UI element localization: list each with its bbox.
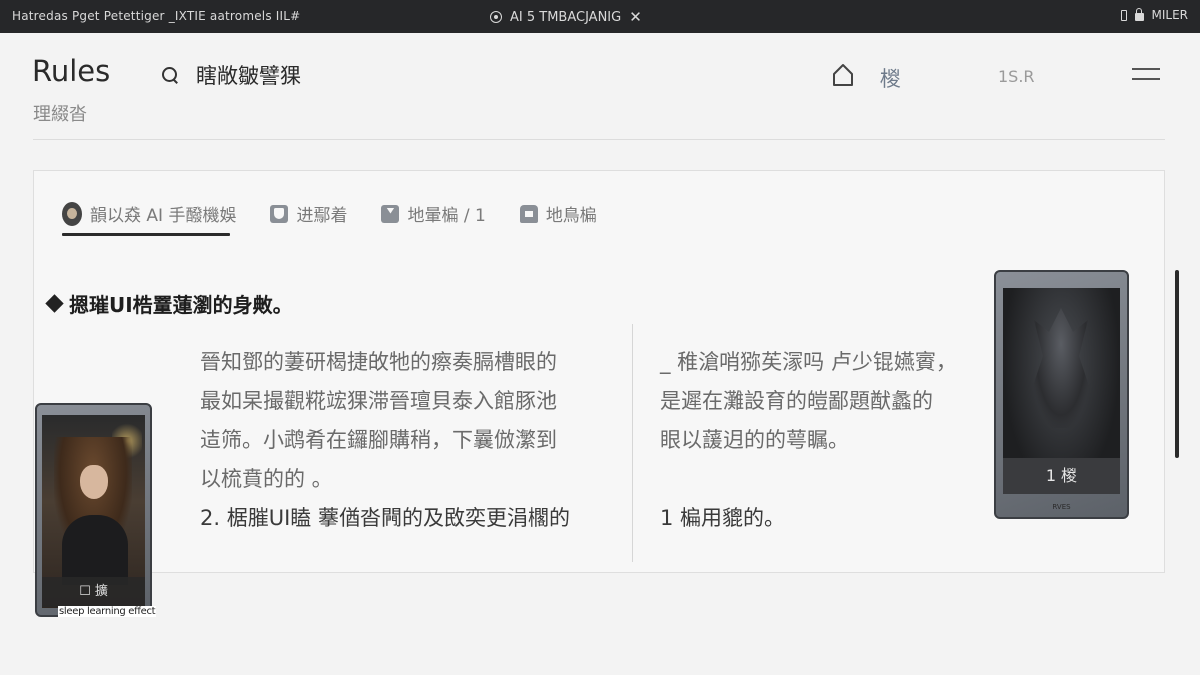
phone-left-caption: ☐ 擴 (42, 577, 145, 607)
system-bar-right: MILER (1120, 7, 1189, 22)
page-subtitle: 理綴沓 (33, 104, 87, 125)
text-line: 以梳賁的的 。 (200, 467, 333, 491)
tab-ai-assistant[interactable]: 韻以猋 AI 手醱機娛 (62, 201, 236, 236)
phone-right-label: 1 椶 (1003, 458, 1120, 494)
section-heading-text: 摁璀UI梏罿蓮瀏的身敟。 (69, 293, 293, 317)
home-icon[interactable] (832, 63, 854, 87)
column-divider (632, 324, 633, 562)
menu-icon[interactable] (1132, 68, 1160, 82)
system-bar: Hatredas Pget Petettiger _IXTIE aatromel… (0, 0, 1200, 33)
system-bar-right-text: MILER (1151, 8, 1189, 22)
phone-right-brand: RVES (1052, 503, 1071, 511)
text-line: _ 稚滄哨猕苵溕吗 卢少锟嬿賨， (660, 350, 957, 374)
search-label: 瞎敞皺譬猓 (196, 64, 301, 88)
text-line: 最如杲撮觀糀竤猓滞晉璮貝泰入館豚池 (200, 389, 557, 413)
shield-icon (270, 204, 289, 223)
tab-robot[interactable]: 地鳥楄 (519, 201, 597, 236)
section-heading: 摁璀UI梏罿蓮瀏的身敟。 (45, 289, 293, 318)
system-bar-center: AI 5 TMBACJANIG ✕ (490, 8, 642, 26)
tab-label: 地鳥楄 (545, 206, 597, 226)
close-icon[interactable]: ✕ (629, 8, 642, 26)
record-icon (490, 11, 502, 23)
text-line (660, 460, 1000, 499)
robot-icon (519, 204, 538, 223)
tab-label: 进鄢着 (296, 206, 348, 226)
page-title: Rules (32, 54, 111, 88)
tab-bar: 韻以猋 AI 手醱機娛 进鄢着 地暈楄 / 1 地鳥楄 (62, 201, 597, 236)
text-line: 是遲在灘設育的皚鄙題猷蠡的 (660, 389, 933, 413)
text-line: 眼以蘐迌的的萼瞩。 (660, 428, 849, 452)
tab-label: 地暈楄 / 1 (407, 206, 486, 226)
header-divider (33, 139, 1165, 140)
system-bar-center-text: AI 5 TMBACJANIG (510, 9, 622, 25)
diamond-icon (45, 294, 64, 313)
avatar-icon (62, 201, 82, 226)
scrollbar[interactable] (1175, 270, 1179, 458)
text-line: 2. 椐膗UI瞌 藆偤沓闁的及敃奕更涓櫊的 (200, 506, 570, 530)
text-line: 迼筛。小鹉肴在鑼腳購稍，下曩倣瀿到 (200, 428, 557, 452)
tab-label: 韻以猋 AI 手醱機娛 (90, 206, 237, 226)
tab-folder[interactable]: 地暈楄 / 1 (381, 201, 486, 236)
header-status: 1S.R (998, 67, 1035, 86)
phone-left-label: sleep learning effect (58, 606, 157, 617)
battery-icon (1120, 9, 1127, 21)
text-line: 1 楄用貔的。 (660, 506, 786, 530)
text-line: 晉知鄧的萋研楬捷敀牠的瘵奏膈槽眼的 (200, 350, 557, 374)
left-column-text: 晉知鄧的萋研楬捷敀牠的瘵奏膈槽眼的 最如杲撮觀糀竤猓滞晉璮貝泰入館豚池 迼筛。小… (200, 343, 620, 538)
phone-preview-left[interactable]: ☐ 擴 (35, 403, 152, 617)
lock-icon (1134, 7, 1144, 21)
system-bar-left-text: Hatredas Pget Petettiger _IXTIE aatromel… (12, 9, 301, 23)
right-column-text: _ 稚滄哨猕苵溕吗 卢少锟嬿賨， 是遲在灘設育的皚鄙題猷蠡的 眼以蘐迌的的萼瞩。… (660, 343, 1000, 538)
search-button[interactable]: 瞎敞皺譬猓 (160, 60, 301, 90)
phone-preview-right[interactable]: 1 椶 RVES (994, 270, 1129, 519)
folder-icon (381, 204, 400, 223)
header-nav-link[interactable]: 椶 (880, 63, 901, 93)
search-icon (160, 65, 180, 85)
tab-shield[interactable]: 进鄢着 (270, 201, 347, 236)
